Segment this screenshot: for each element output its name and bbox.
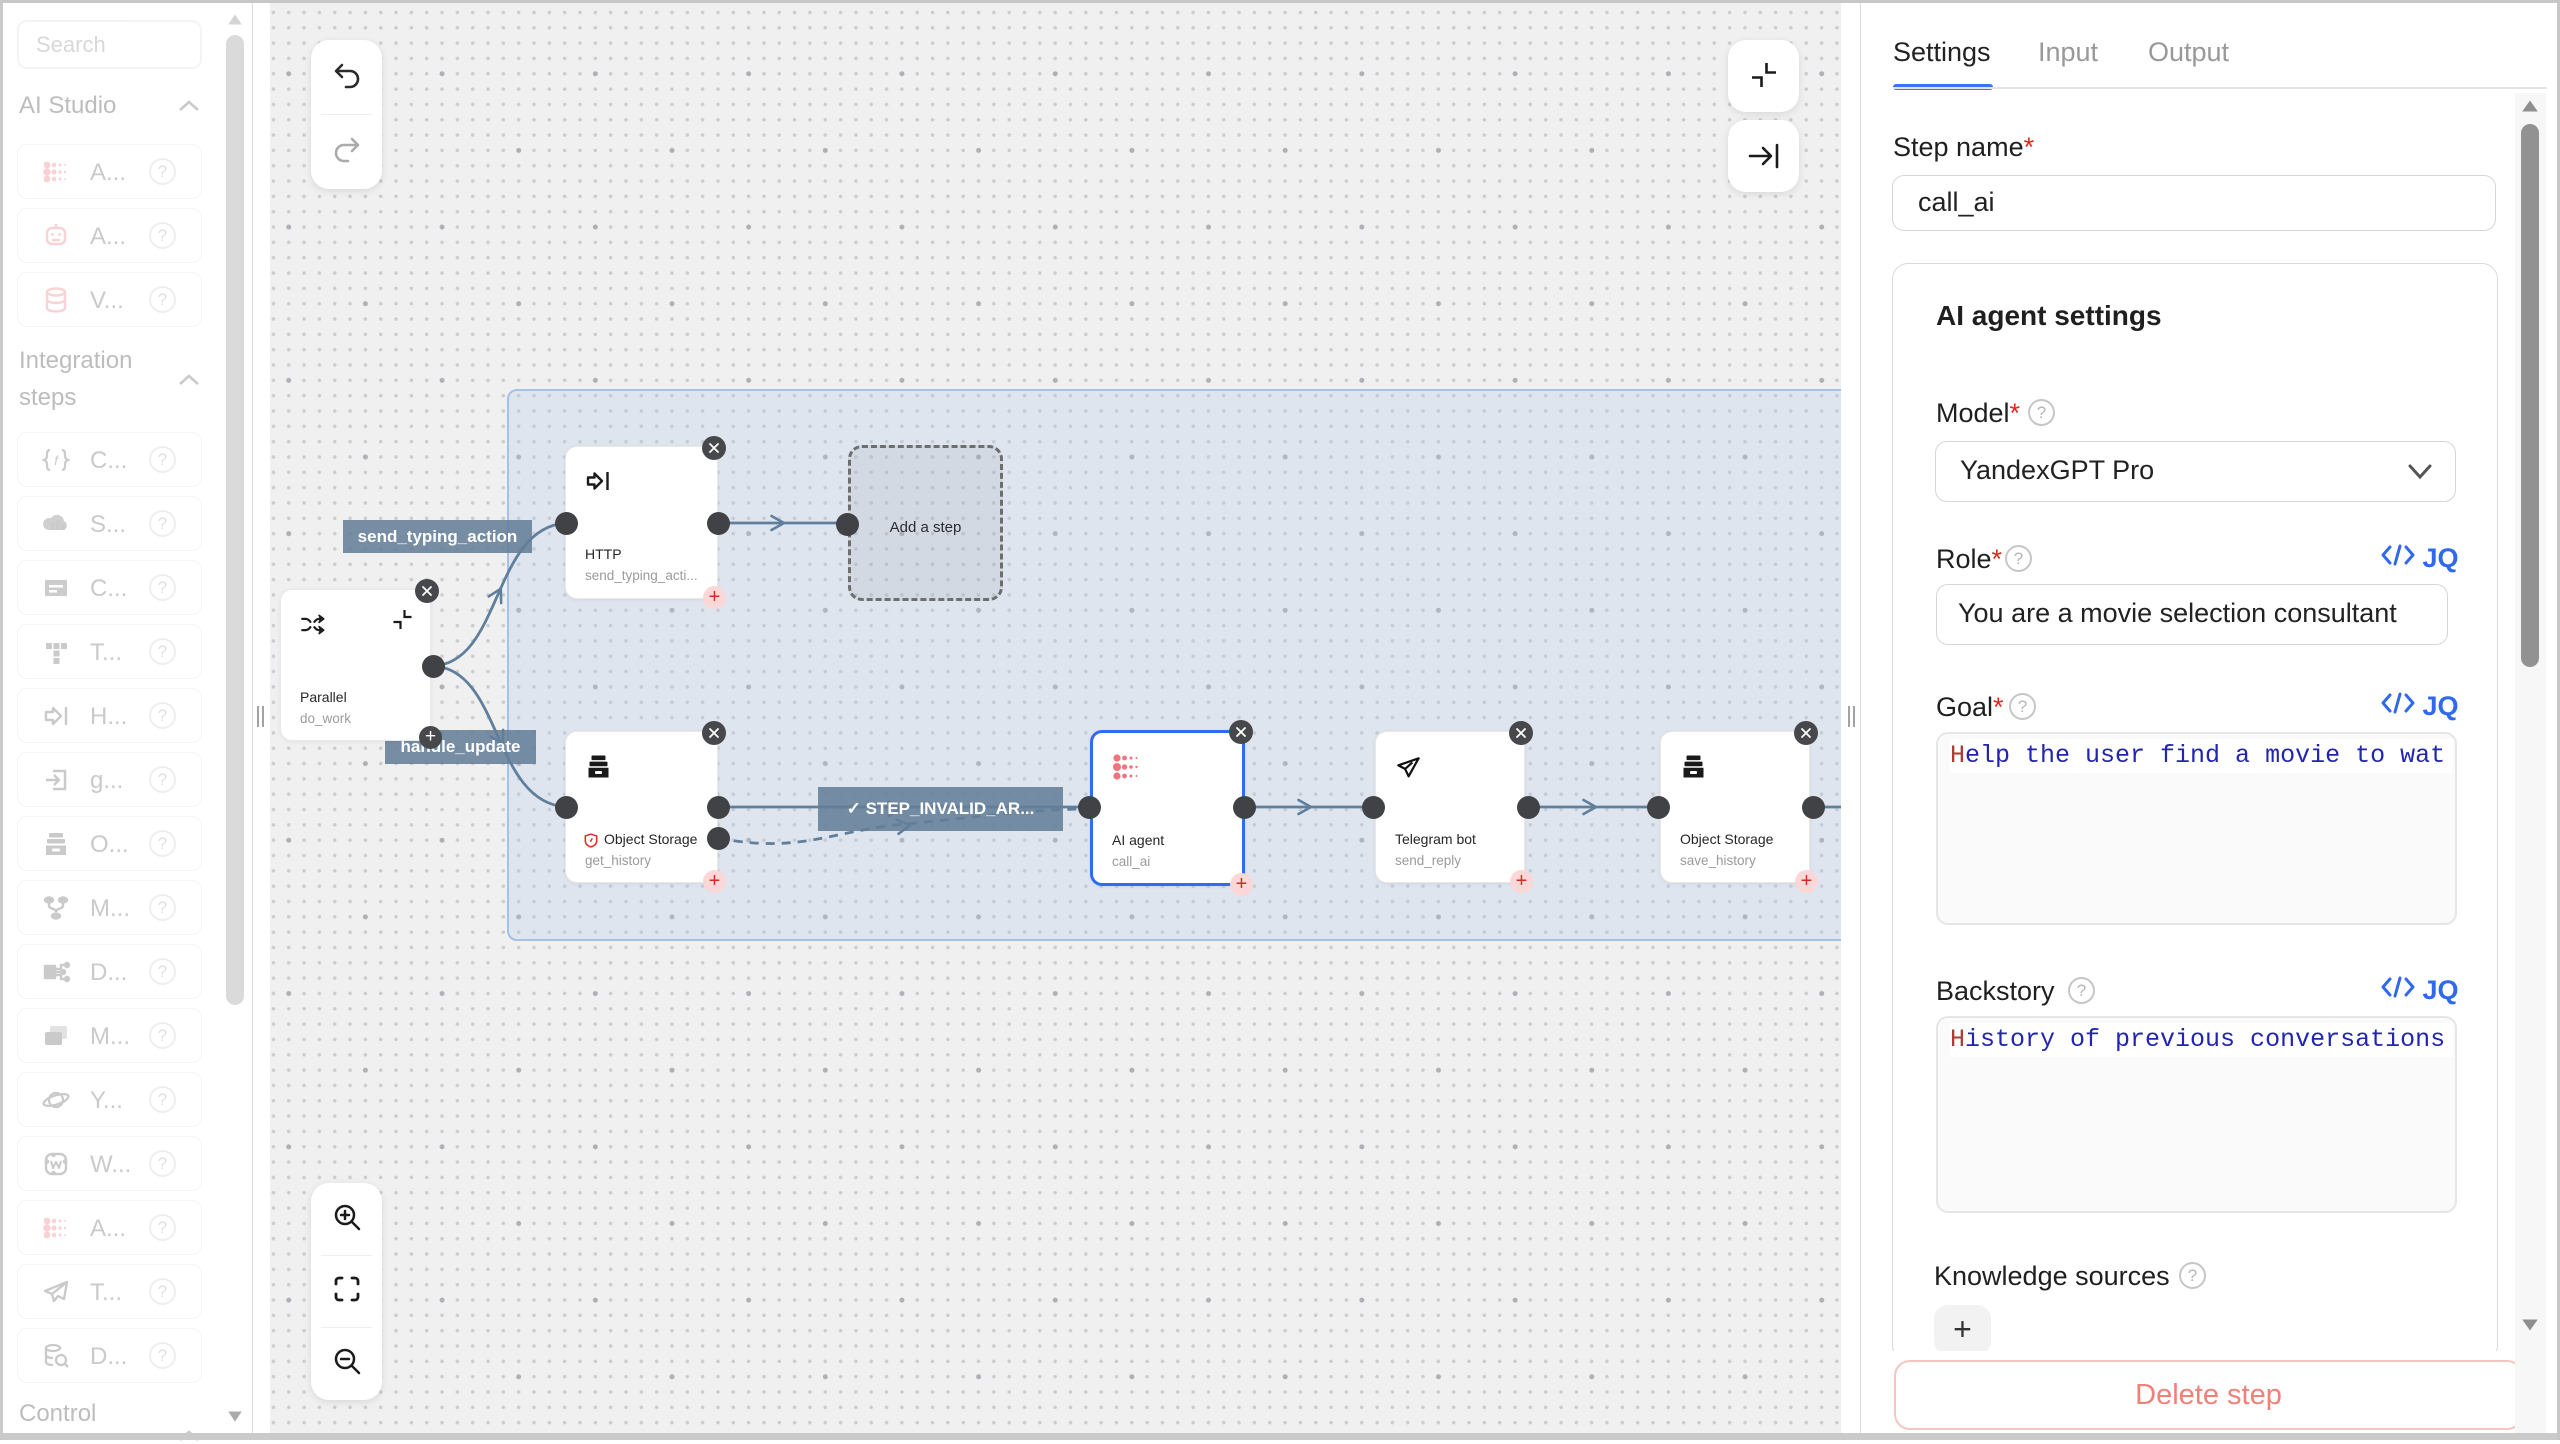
- svg-text:f: f: [54, 453, 59, 468]
